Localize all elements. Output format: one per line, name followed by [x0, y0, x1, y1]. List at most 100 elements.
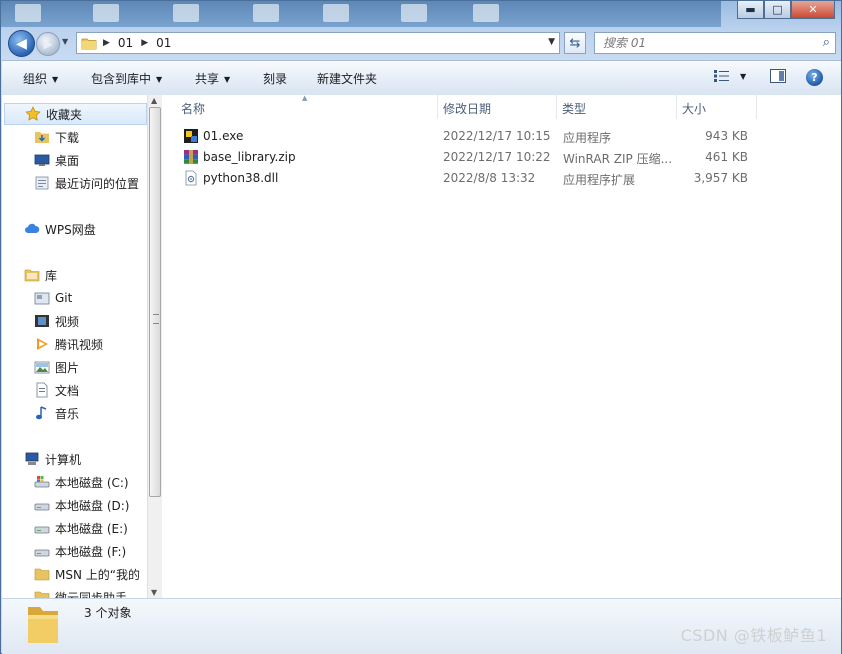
nav-drive-d[interactable]: 本地磁盘 (D:) — [34, 494, 129, 516]
film-icon — [34, 313, 50, 329]
file-size: 3,957 KB — [693, 171, 748, 185]
chevron-right-icon[interactable]: ▶ — [141, 38, 148, 48]
desktop-icon — [15, 4, 41, 22]
explorer-window: ▬ □ ✕ ◀ ▶ ▼ ▶ 01 ▶ 01 ▼ ⇆ ⌕ 组织 ▼ — [0, 0, 842, 654]
file-row[interactable]: python38.dll 2022/8/8 13:32 应用程序扩展 3,957… — [180, 168, 760, 189]
recent-places-icon — [34, 175, 50, 191]
breadcrumb-item[interactable]: 01 — [156, 36, 171, 50]
desktop-icon — [253, 4, 279, 22]
nav-label: 本地磁盘 (F:) — [55, 544, 127, 559]
nav-label: Git — [55, 291, 73, 305]
share-label: 共享 — [195, 72, 220, 86]
column-divider[interactable] — [556, 95, 557, 119]
nav-drive-e[interactable]: 本地磁盘 (E:) — [34, 517, 128, 539]
file-date: 2022/12/17 10:22 — [443, 150, 551, 164]
desktop-icon — [34, 152, 50, 168]
chevron-right-icon[interactable]: ▶ — [103, 38, 110, 48]
help-icon[interactable]: ? — [806, 69, 823, 86]
system-drive-icon — [34, 474, 50, 490]
forward-arrow-icon: ▶ — [43, 37, 53, 51]
command-bar: 组织 ▼ 包含到库中 ▼ 共享 ▼ 刻录 新建文件夹 ▼ ? — [2, 60, 841, 96]
burn-button[interactable]: 刻录 — [263, 70, 287, 87]
nav-label: MSN 上的“我的 — [55, 567, 140, 582]
file-name: base_library.zip — [203, 150, 296, 164]
nav-downloads[interactable]: 下载 — [34, 126, 79, 148]
hard-drive-icon — [34, 543, 50, 559]
view-list-icon — [714, 70, 729, 82]
nav-libraries[interactable]: 库 — [24, 264, 57, 286]
music-note-icon — [34, 405, 50, 421]
refresh-button[interactable]: ⇆ — [564, 32, 586, 54]
preview-pane-button[interactable] — [770, 69, 786, 83]
star-icon — [25, 106, 41, 122]
address-bar[interactable]: ▶ 01 ▶ 01 ▼ — [76, 32, 560, 54]
nav-label: 下载 — [55, 130, 80, 145]
new-folder-button[interactable]: 新建文件夹 — [317, 70, 377, 87]
organize-menu[interactable]: 组织 ▼ — [23, 70, 58, 87]
column-divider[interactable] — [676, 95, 677, 119]
close-button[interactable]: ✕ — [791, 1, 835, 19]
nav-music[interactable]: 音乐 — [34, 402, 79, 424]
scroll-down-icon[interactable]: ▼ — [151, 588, 157, 597]
breadcrumb-item[interactable]: 01 — [118, 36, 133, 50]
search-input[interactable] — [601, 35, 805, 51]
desktop-icon — [173, 4, 199, 22]
file-size: 943 KB — [705, 129, 748, 143]
hard-drive-icon — [34, 497, 50, 513]
nav-label: 音乐 — [55, 406, 80, 421]
nav-computer[interactable]: 计算机 — [24, 448, 81, 470]
nav-weiyun-folder[interactable]: 微云同步助手 — [34, 586, 127, 598]
include-in-library-menu[interactable]: 包含到库中 ▼ — [91, 70, 162, 87]
maximize-button[interactable]: □ — [764, 1, 791, 19]
breadcrumb: ▶ 01 ▶ 01 — [103, 36, 171, 50]
folder-icon — [34, 566, 50, 582]
file-type: WinRAR ZIP 压缩... — [563, 152, 673, 166]
nav-drive-c[interactable]: 本地磁盘 (C:) — [34, 471, 129, 493]
chevron-down-icon[interactable]: ▼ — [548, 37, 555, 47]
nav-label: 本地磁盘 (C:) — [55, 475, 129, 490]
nav-git[interactable]: Git — [34, 287, 72, 309]
nav-recent-places[interactable]: 最近访问的位置 — [34, 172, 139, 194]
sort-ascending-icon: ▲ — [302, 94, 308, 102]
document-icon — [34, 382, 50, 398]
nav-pictures[interactable]: 图片 — [34, 356, 79, 378]
include-in-library-label: 包含到库中 — [91, 72, 152, 86]
organize-label: 组织 — [23, 72, 48, 86]
back-arrow-icon: ◀ — [16, 35, 27, 52]
chevron-down-icon: ▼ — [224, 75, 231, 84]
column-name[interactable]: 名称 — [181, 100, 205, 117]
share-menu[interactable]: 共享 ▼ — [195, 70, 230, 87]
nav-tencent-video[interactable]: 腾讯视频 — [34, 333, 103, 355]
column-date[interactable]: 修改日期 — [443, 100, 491, 117]
nav-favorites[interactable]: 收藏夹 — [4, 103, 147, 125]
scrollbar-thumb[interactable] — [149, 107, 161, 497]
nav-label: 微云同步助手 — [55, 590, 128, 599]
file-date: 2022/12/17 10:15 — [443, 129, 551, 143]
nav-msn-folder[interactable]: MSN 上的“我的 — [34, 563, 140, 585]
column-type[interactable]: 类型 — [562, 100, 586, 117]
column-divider[interactable] — [756, 95, 757, 119]
navigation-scrollbar[interactable]: ▲ ▼ — [147, 95, 162, 598]
search-icon[interactable]: ⌕ — [823, 35, 830, 50]
file-row[interactable]: 01.exe 2022/12/17 10:15 应用程序 943 KB — [180, 126, 760, 147]
search-box: ⌕ — [594, 32, 836, 54]
scroll-up-icon[interactable]: ▲ — [151, 96, 157, 105]
column-size[interactable]: 大小 — [682, 100, 706, 117]
recent-pages-dropdown[interactable]: ▼ — [62, 37, 68, 46]
back-button[interactable]: ◀ — [8, 30, 35, 57]
nav-desktop[interactable]: 桌面 — [34, 149, 79, 171]
picture-icon — [34, 359, 50, 375]
file-type: 应用程序 — [563, 131, 612, 145]
desktop-background-strip — [1, 1, 721, 27]
download-folder-icon — [34, 129, 50, 145]
column-divider[interactable] — [437, 95, 438, 119]
nav-documents[interactable]: 文档 — [34, 379, 79, 401]
file-row[interactable]: base_library.zip 2022/12/17 10:22 WinRAR… — [180, 147, 760, 168]
nav-drive-f[interactable]: 本地磁盘 (F:) — [34, 540, 126, 562]
change-view-button[interactable]: ▼ — [714, 70, 746, 82]
forward-button[interactable]: ▶ — [36, 32, 60, 56]
nav-label: 文档 — [55, 383, 80, 398]
minimize-button[interactable]: ▬ — [737, 1, 764, 19]
nav-videos[interactable]: 视频 — [34, 310, 79, 332]
nav-wps-cloud[interactable]: WPS网盘 — [24, 218, 96, 240]
